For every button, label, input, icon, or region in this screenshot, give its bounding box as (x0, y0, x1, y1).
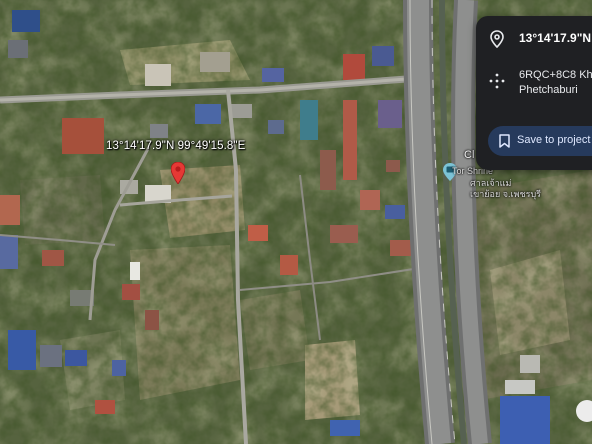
plus-code-icon (489, 73, 505, 89)
map-control-button[interactable] (576, 400, 592, 422)
coordinates-row[interactable]: 13°14'17.9"N 99°49'15.8"E (476, 16, 592, 60)
plus-code-line2: Phetchaburi (519, 84, 578, 96)
bookmark-icon (499, 134, 510, 148)
location-pin-icon (490, 30, 504, 48)
poi-label-prefix: Cl (464, 149, 475, 161)
plus-code-row[interactable]: 6RQC+8C8 Khao Yoi Phetchaburi (476, 60, 592, 118)
plus-code-line1: 6RQC+8C8 Khao Yoi (519, 69, 592, 81)
poi-label-line3: เขาย้อย จ.เพชรบุรี (470, 189, 542, 199)
dropped-pin-label: 13°14'17.9"N 99°49'15.8"E (106, 140, 246, 152)
location-info-panel: 13°14'17.9"N 99°49'15.8"E 6RQC+8C8 Khao … (476, 16, 592, 170)
save-to-project-label: Save to project (517, 134, 591, 146)
save-to-project-button[interactable]: Save to project (488, 126, 592, 156)
coordinates-text[interactable]: 13°14'17.9"N 99°49'15.8"E (519, 31, 592, 45)
dropped-pin-icon[interactable] (171, 162, 185, 184)
